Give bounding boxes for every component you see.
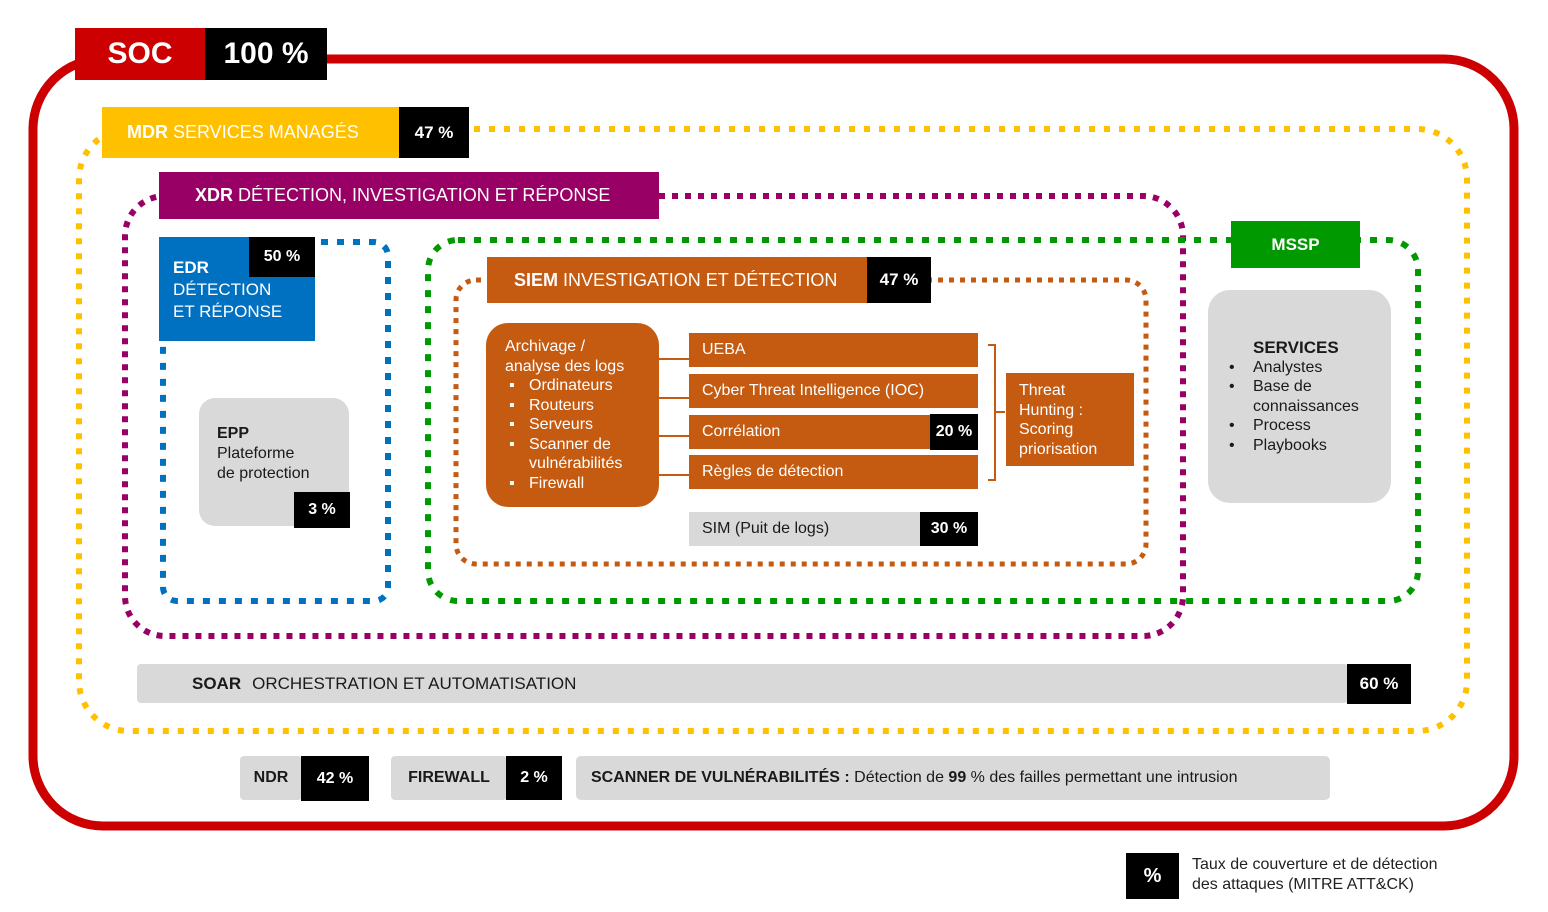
threat-hunting-box: Threat Hunting : Scoring priorisation xyxy=(1006,373,1134,466)
siem-label: INVESTIGATION ET DÉTECTION xyxy=(558,269,838,290)
services-title: SERVICES xyxy=(1253,338,1339,357)
ndr-percent: 42 % xyxy=(301,756,369,801)
soar-percent: 60 % xyxy=(1347,664,1411,704)
siem-tag: SIEM INVESTIGATION ET DÉTECTION xyxy=(487,257,867,303)
soar-acronym: SOAR xyxy=(192,673,242,693)
connector-cti xyxy=(659,397,689,399)
firewall-percent: 2 % xyxy=(506,756,562,800)
services-list: Analystes Base de connaissances Process … xyxy=(1229,358,1379,456)
archive-box: Archivage / analyse des logs Ordinateurs… xyxy=(486,323,659,507)
legend-line1: Taux de couverture et de détection xyxy=(1192,856,1438,873)
services-item: Process xyxy=(1229,416,1379,436)
module-ueba: UEBA xyxy=(689,333,978,367)
soc-label: SOC xyxy=(107,37,173,70)
scanner-value: 99 xyxy=(948,769,967,786)
threat-hunting-line3: Scoring xyxy=(1019,421,1074,438)
siem-percent: 47 % xyxy=(867,257,931,303)
soar-bar: SOAR ORCHESTRATION ET AUTOMATISATION xyxy=(137,664,1348,703)
soc-tag: SOC xyxy=(75,28,205,80)
services-box: SERVICES Analystes Base de connaissances… xyxy=(1208,290,1391,503)
archive-title-line2: analyse des logs xyxy=(505,357,625,375)
archive-item: Scanner de vulnérabilités xyxy=(505,435,655,474)
epp-line1: Plateforme xyxy=(217,445,295,462)
module-rules: Règles de détection xyxy=(689,455,978,489)
legend-text: Taux de couverture et de détection des a… xyxy=(1192,855,1438,894)
connector-ueba xyxy=(659,358,689,360)
ndr-box: NDR xyxy=(240,756,302,800)
scanner-box: SCANNER DE VULNÉRABILITÉS : Détection de… xyxy=(576,756,1330,800)
xdr-tag: XDR DÉTECTION, INVESTIGATION ET RÉPONSE xyxy=(159,172,659,219)
mdr-label: SERVICES MANAGÉS xyxy=(168,122,359,142)
module-correlation-percent: 20 % xyxy=(930,414,978,450)
scanner-text-after: % des failles permettant une intrusion xyxy=(966,769,1238,786)
scanner-title: SCANNER DE VULNÉRABILITÉS : xyxy=(591,769,850,786)
mssp-label: MSSP xyxy=(1271,234,1320,254)
mssp-tag: MSSP xyxy=(1231,221,1360,268)
sim-percent: 30 % xyxy=(920,512,978,546)
services-item: Playbooks xyxy=(1229,436,1379,456)
mdr-acronym: MDR xyxy=(127,122,168,142)
siem-acronym: SIEM xyxy=(514,269,559,290)
module-rules-label: Règles de détection xyxy=(702,463,844,480)
archive-list: Ordinateurs Routeurs Serveurs Scanner de… xyxy=(505,376,655,493)
archive-item: Ordinateurs xyxy=(505,376,655,396)
epp-percent: 3 % xyxy=(294,492,350,528)
edr-percent: 50 % xyxy=(249,237,315,277)
xdr-label: DÉTECTION, INVESTIGATION ET RÉPONSE xyxy=(233,185,611,205)
threat-hunting-line1: Threat xyxy=(1019,382,1066,399)
firewall-box: FIREWALL xyxy=(391,756,507,800)
connector-rules xyxy=(659,474,689,476)
module-correlation-label: Corrélation xyxy=(702,423,781,440)
archive-title-line1: Archivage / xyxy=(505,338,586,355)
module-ueba-label: UEBA xyxy=(702,341,746,358)
threat-hunting-line4: priorisation xyxy=(1019,440,1098,458)
ndr-label: NDR xyxy=(253,769,289,786)
epp-line2: de protection xyxy=(217,465,310,482)
edr-line1: DÉTECTION xyxy=(173,280,272,299)
archive-item: Routeurs xyxy=(505,396,655,416)
module-cti: Cyber Threat Intelligence (IOC) xyxy=(689,374,978,408)
epp-acronym: EPP xyxy=(217,425,250,442)
services-item: Base de connaissances xyxy=(1229,377,1379,416)
xdr-acronym: XDR xyxy=(195,185,234,205)
legend-line2: des attaques (MITRE ATT&CK) xyxy=(1192,875,1414,893)
threat-hunting-bracket xyxy=(988,344,1005,481)
threat-hunting-line2: Hunting : xyxy=(1019,401,1084,419)
services-item: Analystes xyxy=(1229,358,1379,378)
mdr-percent: 47 % xyxy=(399,107,469,158)
module-cti-label: Cyber Threat Intelligence (IOC) xyxy=(702,382,925,399)
mdr-tag: MDR SERVICES MANAGÉS xyxy=(102,107,399,158)
connector-correlation xyxy=(659,435,689,437)
archive-item: Serveurs xyxy=(505,415,655,435)
sim-label: SIM (Puit de logs) xyxy=(702,520,830,537)
edr-line2: ET RÉPONSE xyxy=(173,302,283,321)
soc-percent: 100 % xyxy=(205,28,327,80)
legend-percent-symbol: % xyxy=(1126,853,1179,899)
scanner-text-before: Détection de xyxy=(849,769,949,786)
soar-label: ORCHESTRATION ET AUTOMATISATION xyxy=(252,673,577,693)
archive-item: Firewall xyxy=(505,474,655,494)
firewall-label: FIREWALL xyxy=(408,769,490,786)
